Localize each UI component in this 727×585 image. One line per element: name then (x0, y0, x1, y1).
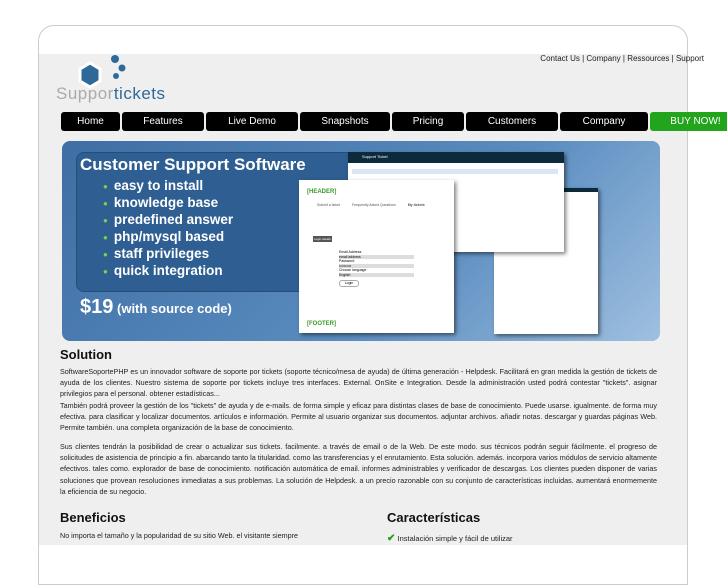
nav-features[interactable]: Features (122, 112, 204, 131)
nav-live-demo[interactable]: Live Demo (206, 112, 298, 131)
banner-item: predefined answer (103, 211, 233, 228)
banner-item: knowledge base (103, 194, 233, 211)
logo-text[interactable]: Supportickets (56, 84, 166, 104)
banner-price: $19 (with source code) (80, 296, 232, 318)
banner-feature-list: easy to install knowledge base predefine… (103, 177, 233, 279)
solution-title: Solution (60, 347, 112, 362)
nav-pricing[interactable]: Pricing (392, 112, 464, 131)
link-ressources[interactable]: Ressources (627, 54, 669, 63)
nav-customers[interactable]: Customers (466, 112, 558, 131)
solution-paragraph: Sus clientes tendrán la posibilidad de c… (60, 442, 657, 496)
beneficios-text: No importa el tamaño y la popularidad de… (60, 531, 298, 540)
link-contact[interactable]: Contact Us (540, 54, 580, 63)
top-links: Contact Us | Company | Ressources | Supp… (540, 54, 704, 63)
banner-item: php/mysql based (103, 228, 233, 245)
main-nav: Home Features Live Demo Snapshots Pricin… (61, 112, 727, 131)
banner-title: Customer Support Software (80, 155, 306, 174)
link-company[interactable]: Company (586, 54, 620, 63)
link-support[interactable]: Support (676, 54, 704, 63)
nav-snapshots[interactable]: Snapshots (300, 112, 390, 131)
feature-item: ✔ Instalación simple y fácil de utilizar (387, 533, 513, 544)
banner-item: quick integration (103, 262, 233, 279)
promo-banner[interactable]: Customer Support Software easy to instal… (62, 141, 660, 341)
solution-paragraph: También podrá proveer la gestión de los … (60, 401, 657, 433)
nav-company[interactable]: Company (560, 112, 648, 131)
banner-item: staff privileges (103, 245, 233, 262)
caracteristicas-title: Características (387, 510, 481, 525)
nav-buy-now[interactable]: BUY NOW! (650, 112, 727, 131)
banner-item: easy to install (103, 177, 233, 194)
beneficios-title: Beneficios (60, 510, 126, 525)
solution-paragraph: SoftwareSoportePHP es un innovador softw… (60, 367, 657, 399)
screenshot-login: [HEADER] Submit a ticket Frequently Asked… (299, 180, 454, 333)
nav-home[interactable]: Home (61, 112, 120, 131)
check-icon: ✔ (387, 533, 396, 544)
